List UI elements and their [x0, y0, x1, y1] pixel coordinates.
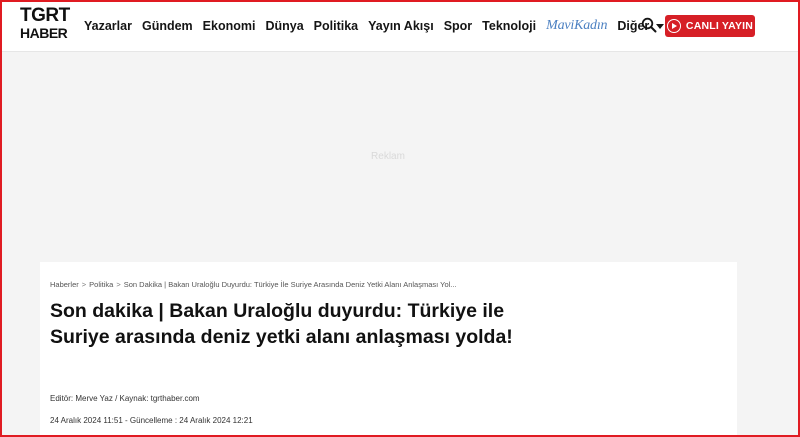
nav-item-teknoloji[interactable]: Teknoloji: [482, 19, 536, 33]
live-broadcast-button[interactable]: CANLI YAYIN: [665, 15, 755, 37]
search-icon[interactable]: [641, 17, 657, 33]
breadcrumb-separator: >: [81, 280, 87, 289]
main-nav: Yazarlar Gündem Ekonomi Dünya Politika Y…: [84, 0, 674, 52]
nav-item-ekonomi[interactable]: Ekonomi: [203, 19, 256, 33]
nav-item-yayin-akisi[interactable]: Yayın Akışı: [368, 19, 434, 33]
nav-item-politika[interactable]: Politika: [314, 19, 358, 33]
article-editor-source: Editör: Merve Yaz / Kaynak: tgrthaber.co…: [50, 394, 200, 403]
live-play-icon: [666, 19, 681, 33]
breadcrumb-item-current: Son Dakika | Bakan Uraloğlu Duyurdu: Tür…: [123, 280, 457, 289]
site-header: TGRT HABER Yazarlar Gündem Ekonomi Dünya…: [0, 0, 800, 52]
nav-item-gundem[interactable]: Gündem: [142, 19, 193, 33]
live-broadcast-label: CANLI YAYIN: [685, 20, 754, 32]
nav-item-yazarlar[interactable]: Yazarlar: [84, 19, 132, 33]
ad-placeholder-label: Reklam: [371, 151, 405, 162]
breadcrumb-separator: >: [116, 280, 121, 289]
breadcrumb-item-politika[interactable]: Politika: [89, 280, 113, 289]
article-card: Haberler > Politika > Son Dakika | Bakan Ura…: [40, 262, 737, 437]
logo-line-2: HABER: [20, 25, 68, 41]
breadcrumb: Haberler > Politika > Son Dakika | Bakan Ura…: [50, 280, 457, 289]
nav-item-spor[interactable]: Spor: [444, 19, 472, 33]
nav-item-mavikadin[interactable]: MaviKadın: [546, 18, 607, 34]
logo-line-1: TGRT: [20, 5, 70, 26]
article-dates: 24 Aralık 2024 11:51 - Güncelleme : 24 A…: [50, 416, 253, 425]
nav-item-dunya[interactable]: Dünya: [265, 19, 303, 33]
chevron-down-icon: [656, 23, 665, 29]
article-title: Son dakika | Bakan Uraloğlu duyurdu: Tür…: [50, 300, 513, 348]
site-logo[interactable]: TGRT HABER: [20, 6, 74, 46]
breadcrumb-item-haberler[interactable]: Haberler: [50, 280, 79, 289]
